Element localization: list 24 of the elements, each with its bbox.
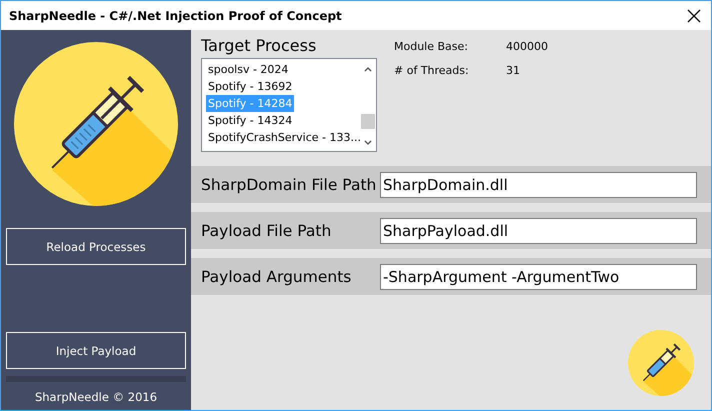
scroll-thumb[interactable] (361, 114, 375, 128)
info-value: 31 (506, 64, 520, 79)
input-field[interactable]: SharpDomain.dll (380, 172, 697, 198)
scroll-down-icon[interactable] (364, 140, 372, 145)
field-label: SharpDomain File Path (201, 176, 378, 194)
input-field[interactable]: -SharpArgument -ArgumentTwo (380, 264, 697, 290)
process-item[interactable]: Spotify - 13692 (206, 78, 294, 95)
process-item[interactable]: Spotify - 14324 (206, 112, 294, 129)
close-icon[interactable] (687, 8, 701, 22)
window-title: SharpNeedle - C#/.Net Injection Proof of Concept (9, 8, 342, 22)
process-item[interactable]: spoolsv - 2024 (206, 61, 290, 78)
scroll-up-icon[interactable] (364, 67, 372, 72)
info-value: 400000 (506, 40, 548, 55)
info-label: # of Threads: (394, 64, 470, 79)
input-field[interactable]: SharpPayload.dll (380, 218, 697, 244)
info-label: Module Base: (394, 40, 469, 55)
copyright-text: SharpNeedle © 2016 (34, 389, 158, 406)
field-label: Payload Arguments (201, 268, 352, 286)
syringe-logo-drawing (628, 330, 694, 396)
reload-processes-button[interactable]: Reload Processes (6, 228, 186, 265)
target-process-label: Target Process (201, 36, 318, 55)
inject-payload-button[interactable]: Inject Payload (6, 332, 186, 369)
process-item[interactable]: SpotifyCrashService - 133... (206, 129, 360, 146)
field-label: Payload File Path (201, 222, 332, 240)
